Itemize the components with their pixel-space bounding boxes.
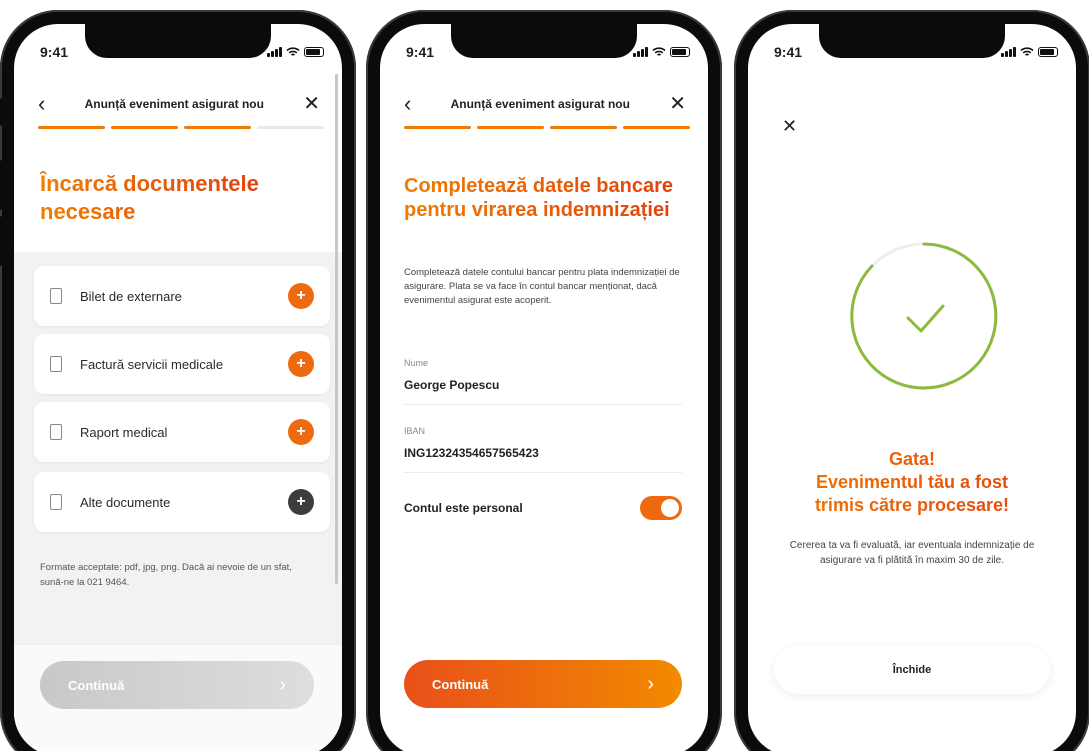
battery-icon	[304, 47, 324, 57]
plus-icon[interactable]: +	[288, 283, 314, 309]
file-icon	[50, 288, 62, 304]
success-title-line: Evenimentul tău a fost	[748, 471, 1076, 494]
scrollbar[interactable]	[335, 74, 338, 584]
status-bar: 9:41	[406, 42, 690, 62]
iban-field[interactable]: IBAN ING12324354657565423	[404, 426, 682, 473]
close-icon[interactable]: ✕	[669, 94, 686, 114]
step-progress	[404, 126, 690, 129]
phone-confirmation: 9:41 ✕ Gata! Evenimentul tău a fost trim…	[734, 10, 1089, 751]
formats-note: Formate acceptate: pdf, jpg, png. Dacă a…	[40, 562, 292, 588]
document-label: Factură servicii medicale	[80, 356, 224, 372]
personal-account-toggle[interactable]	[640, 496, 682, 520]
nav-title: Anunță eveniment asigurat nou	[84, 97, 264, 111]
success-title-line: trimis către procesare!	[748, 494, 1076, 517]
progress-step	[111, 126, 178, 129]
wifi-icon	[652, 47, 666, 56]
success-check-icon	[850, 242, 998, 390]
status-time: 9:41	[40, 44, 69, 60]
document-item-factura[interactable]: Factură servicii medicale +	[34, 334, 330, 394]
progress-step	[404, 126, 471, 129]
description: Completează datele contului bancar pentr…	[404, 267, 680, 306]
iban-value: ING12324354657565423	[404, 446, 539, 460]
continue-button[interactable]: Continuă ›	[40, 661, 314, 709]
success-description: Cererea ta va fi evaluată, iar eventuala…	[789, 540, 1035, 566]
document-label: Bilet de externare	[80, 288, 182, 304]
progress-step	[550, 126, 617, 129]
phone-upload-documents: 9:41 ‹ Anunță eveniment asigurat nou ✕ Î…	[0, 10, 356, 751]
toggle-label: Contul este personal	[404, 501, 523, 515]
page-title: Încarcă documentele necesare	[40, 170, 259, 226]
status-time: 9:41	[774, 44, 803, 60]
continue-button[interactable]: Continuă ›	[404, 660, 682, 708]
phone-bank-details: 9:41 ‹ Anunță eveniment asigurat nou ✕ C…	[366, 10, 722, 751]
progress-step	[257, 126, 324, 129]
continue-label: Continuă	[432, 676, 489, 692]
name-label: Nume	[404, 358, 429, 368]
wifi-icon	[286, 47, 300, 56]
plus-icon[interactable]: +	[288, 489, 314, 515]
close-label: Închide	[892, 664, 932, 676]
phone-side-button	[0, 98, 2, 126]
file-icon	[50, 424, 62, 440]
status-bar: 9:41	[774, 42, 1058, 62]
document-item-bilet-de-externare[interactable]: Bilet de externare +	[34, 266, 330, 326]
continue-label: Continuă	[68, 677, 125, 693]
screen: 9:41 ‹ Anunță eveniment asigurat nou ✕ Î…	[14, 24, 342, 751]
page-title: Completează datele bancare pentru virare…	[404, 174, 678, 222]
document-label: Raport medical	[80, 424, 168, 440]
file-icon	[50, 494, 62, 510]
phone-side-button	[0, 216, 2, 266]
progress-step	[623, 126, 690, 129]
document-item-alte-documente[interactable]: Alte documente +	[34, 472, 330, 532]
top-nav: ‹ Anunță eveniment asigurat nou ✕	[14, 90, 342, 118]
bottom-bar: Continuă ›	[14, 644, 342, 751]
name-value: George Popescu	[404, 378, 500, 392]
top-nav: ‹ Anunță eveniment asigurat nou ✕	[380, 90, 708, 118]
status-bar: 9:41	[40, 42, 324, 62]
name-field[interactable]: Nume George Popescu	[404, 358, 682, 405]
close-icon[interactable]: ✕	[782, 116, 797, 137]
battery-icon	[670, 47, 690, 57]
close-icon[interactable]: ✕	[303, 94, 320, 114]
signal-icon	[1001, 47, 1016, 57]
progress-step	[477, 126, 544, 129]
progress-step	[184, 126, 251, 129]
wifi-icon	[1020, 47, 1034, 56]
plus-icon[interactable]: +	[288, 419, 314, 445]
divider	[404, 404, 682, 405]
page-title-line: necesare	[40, 199, 136, 224]
personal-account-row: Contul este personal	[404, 496, 682, 520]
document-label: Alte documente	[80, 494, 171, 510]
chevron-right-icon: ›	[647, 672, 654, 695]
signal-icon	[267, 47, 282, 57]
back-chevron-icon[interactable]: ‹	[38, 93, 45, 115]
screen: 9:41 ✕ Gata! Evenimentul tău a fost trim…	[748, 24, 1076, 751]
divider	[404, 472, 682, 473]
step-progress	[38, 126, 324, 129]
status-time: 9:41	[406, 44, 435, 60]
progress-step	[38, 126, 105, 129]
close-button[interactable]: Închide	[774, 646, 1050, 694]
phone-side-button	[0, 160, 2, 210]
chevron-right-icon: ›	[279, 673, 286, 696]
page-title-line: Încarcă documentele	[40, 171, 259, 196]
plus-icon[interactable]: +	[288, 351, 314, 377]
battery-icon	[1038, 47, 1058, 57]
document-item-raport-medical[interactable]: Raport medical +	[34, 402, 330, 462]
signal-icon	[633, 47, 648, 57]
nav-title: Anunță eveniment asigurat nou	[450, 97, 630, 111]
success-title-line: Gata!	[748, 448, 1076, 471]
screen: 9:41 ‹ Anunță eveniment asigurat nou ✕ C…	[380, 24, 708, 751]
file-icon	[50, 356, 62, 372]
iban-label: IBAN	[404, 426, 426, 436]
success-title: Gata! Evenimentul tău a fost trimis cătr…	[748, 448, 1076, 517]
back-chevron-icon[interactable]: ‹	[404, 93, 411, 115]
